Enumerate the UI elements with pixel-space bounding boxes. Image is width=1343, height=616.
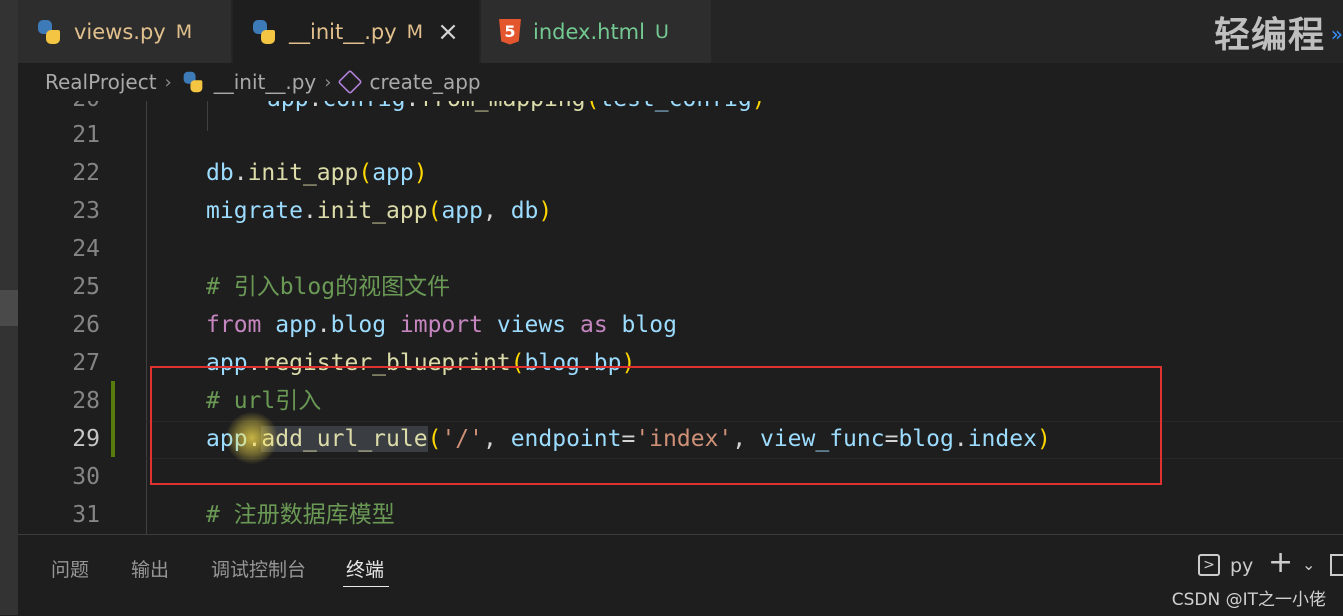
code-line[interactable]: 22 db.init_app(app) [18,154,1343,192]
line-number: 28 [72,388,100,414]
tab-index-html[interactable]: 5 index.html U [481,0,711,63]
chevron-right-icon: › [164,71,172,93]
tab-init-py[interactable]: __init__.py M × [233,0,479,63]
code-line[interactable]: 26 from app.blog import views as blog [18,306,1343,344]
python-file-icon [182,71,204,93]
method-symbol-icon [338,69,363,95]
line-number: 23 [72,198,100,224]
new-terminal-plus-icon[interactable]: + [1268,545,1293,580]
breadcrumb: RealProject › __init__.py › create_app [18,63,1343,101]
breadcrumb-symbol[interactable]: create_app [369,70,480,94]
code-comment: # 引入blog的视图文件 [206,274,451,300]
python-file-icon [36,19,62,45]
bottom-panel: 问题 输出 调试控制台 终端 > py + ⌄ CSDN @IT之一小佬 [18,534,1343,616]
line-number: 21 [72,122,100,148]
editor-tab-bar: views.py M __init__.py M × 5 index.html … [18,0,1343,63]
breadcrumb-file[interactable]: __init__.py [214,70,317,94]
breadcrumb-project[interactable]: RealProject [45,70,157,94]
annotation-highlight-box [150,366,1162,485]
code-line[interactable]: 24 [18,230,1343,268]
brand-logo-text: 轻编程 [1213,15,1325,56]
code-comment: # 注册数据库模型 [206,502,395,528]
line-number: 24 [72,236,100,262]
line-number: 30 [72,464,100,490]
panel-tab-terminal[interactable]: 终端 [346,555,384,582]
code-line[interactable]: 23 migrate.init_app(app, db) [18,192,1343,230]
activity-bar [0,0,18,615]
more-tabs-icon[interactable]: » [1331,22,1343,46]
chevron-down-icon[interactable]: ⌄ [1302,555,1315,574]
active-tab-underline [343,586,389,587]
line-number: 27 [72,350,100,376]
panel-tab-problems[interactable]: 问题 [51,555,89,582]
code-line[interactable]: 21 [18,116,1343,154]
line-number: 29 [72,426,100,452]
tab-views-py[interactable]: views.py M [18,0,231,63]
python-file-icon [251,19,277,45]
tab-label: index.html [533,19,645,44]
line-number: 26 [72,312,100,338]
activity-bar-indicator [0,290,18,326]
panel-tab-output[interactable]: 输出 [131,555,169,582]
code-line[interactable]: 31 # 注册数据库模型 [18,496,1343,534]
line-number: 22 [72,160,100,186]
html5-file-icon: 5 [499,18,521,45]
split-terminal-icon[interactable] [1330,554,1343,576]
watermark-text: CSDN @IT之一小佬 [1171,590,1326,610]
chevron-right-icon: › [324,71,332,93]
terminal-name[interactable]: py [1230,555,1253,577]
tab-label: views.py [74,19,166,44]
line-number: 31 [72,502,100,528]
mouse-cursor-highlight [226,412,278,464]
panel-tab-debug-console[interactable]: 调试控制台 [211,555,306,582]
close-icon[interactable]: × [437,17,459,47]
tab-git-status: M [175,20,193,43]
terminal-icon[interactable]: > [1198,554,1220,576]
code-line[interactable]: 25 # 引入blog的视图文件 [18,268,1343,306]
tab-git-status: M [406,20,424,43]
tab-git-status: U [654,20,669,43]
line-number: 25 [72,274,100,300]
tab-label: __init__.py [289,19,397,44]
